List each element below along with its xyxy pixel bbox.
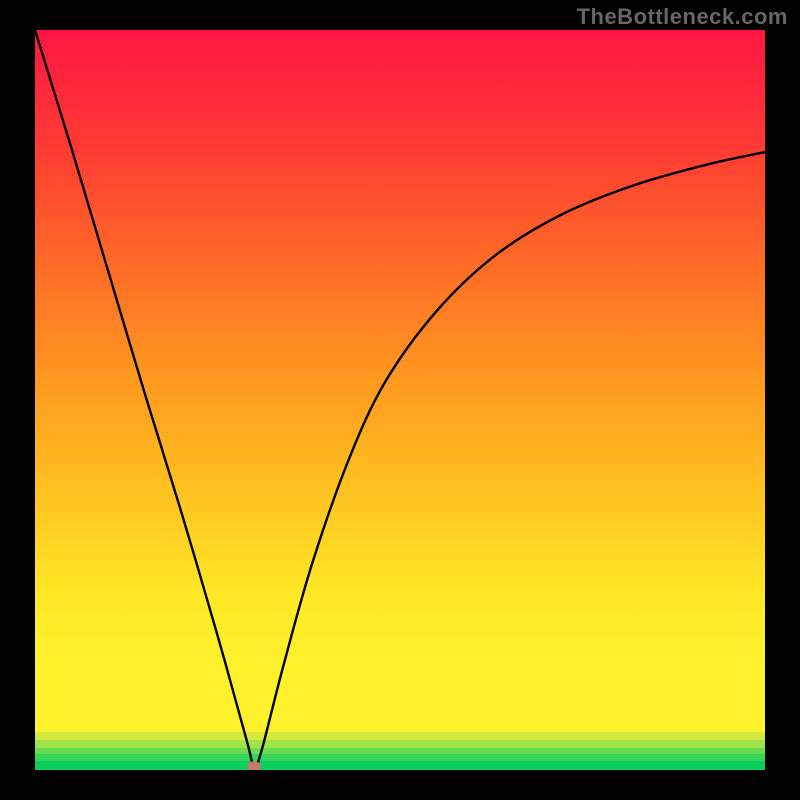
curve-svg <box>35 30 765 770</box>
chart-frame: TheBottleneck.com <box>0 0 800 800</box>
plot-area <box>35 30 765 770</box>
watermark-text: TheBottleneck.com <box>577 4 788 30</box>
bottleneck-curve <box>35 30 765 767</box>
